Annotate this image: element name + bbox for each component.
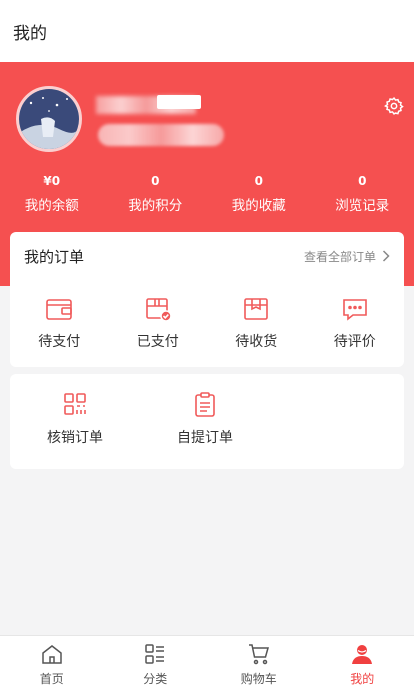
page-title: 我的	[13, 23, 47, 44]
order-awaiting-delivery[interactable]: 待收货	[207, 280, 306, 351]
verification-orders[interactable]: 核销订单	[10, 374, 140, 447]
paid-box-icon	[145, 298, 172, 322]
gear-icon[interactable]	[384, 96, 404, 116]
chevron-right-icon	[382, 250, 390, 262]
pickup-orders[interactable]: 自提订单	[140, 374, 270, 447]
package-icon	[244, 298, 269, 320]
stat-favorites[interactable]: 0 我的收藏	[207, 174, 311, 214]
orders-card: 我的订单 查看全部订单 待支付 已支付 待收货 待评价	[10, 232, 404, 367]
stats-row: ¥0 我的余额 0 我的积分 0 我的收藏 0 浏览记录	[0, 174, 414, 214]
comment-icon	[342, 299, 367, 321]
bottom-tab-bar: 首页 分类 购物车 我的	[0, 635, 414, 692]
order-pending-payment[interactable]: 待支付	[10, 280, 109, 351]
stat-points[interactable]: 0 我的积分	[104, 174, 208, 214]
order-awaiting-review[interactable]: 待评价	[306, 280, 405, 351]
orders-title: 我的订单	[24, 247, 85, 266]
qr-code-icon	[64, 393, 86, 415]
top-bar: 我的	[0, 0, 414, 62]
tab-cart[interactable]: 购物车	[207, 636, 311, 692]
wallet-icon	[46, 299, 73, 320]
user-icon	[352, 644, 373, 664]
tab-home[interactable]: 首页	[0, 636, 104, 692]
category-icon	[145, 643, 165, 664]
stat-balance[interactable]: ¥0 我的余额	[0, 174, 104, 214]
tab-mine[interactable]: 我的	[311, 636, 414, 692]
tab-category[interactable]: 分类	[104, 636, 208, 692]
service-card: 核销订单 自提订单	[10, 374, 404, 469]
orders-header: 我的订单 查看全部订单	[10, 232, 404, 280]
user-id-redacted	[98, 124, 224, 146]
member-tag	[157, 95, 201, 109]
clipboard-icon	[195, 392, 215, 417]
order-paid[interactable]: 已支付	[109, 280, 208, 351]
home-icon	[42, 644, 62, 664]
cart-icon	[248, 643, 269, 664]
stat-history[interactable]: 0 浏览记录	[311, 174, 414, 214]
avatar[interactable]	[16, 86, 82, 152]
view-all-orders-link[interactable]: 查看全部订单	[304, 248, 390, 265]
